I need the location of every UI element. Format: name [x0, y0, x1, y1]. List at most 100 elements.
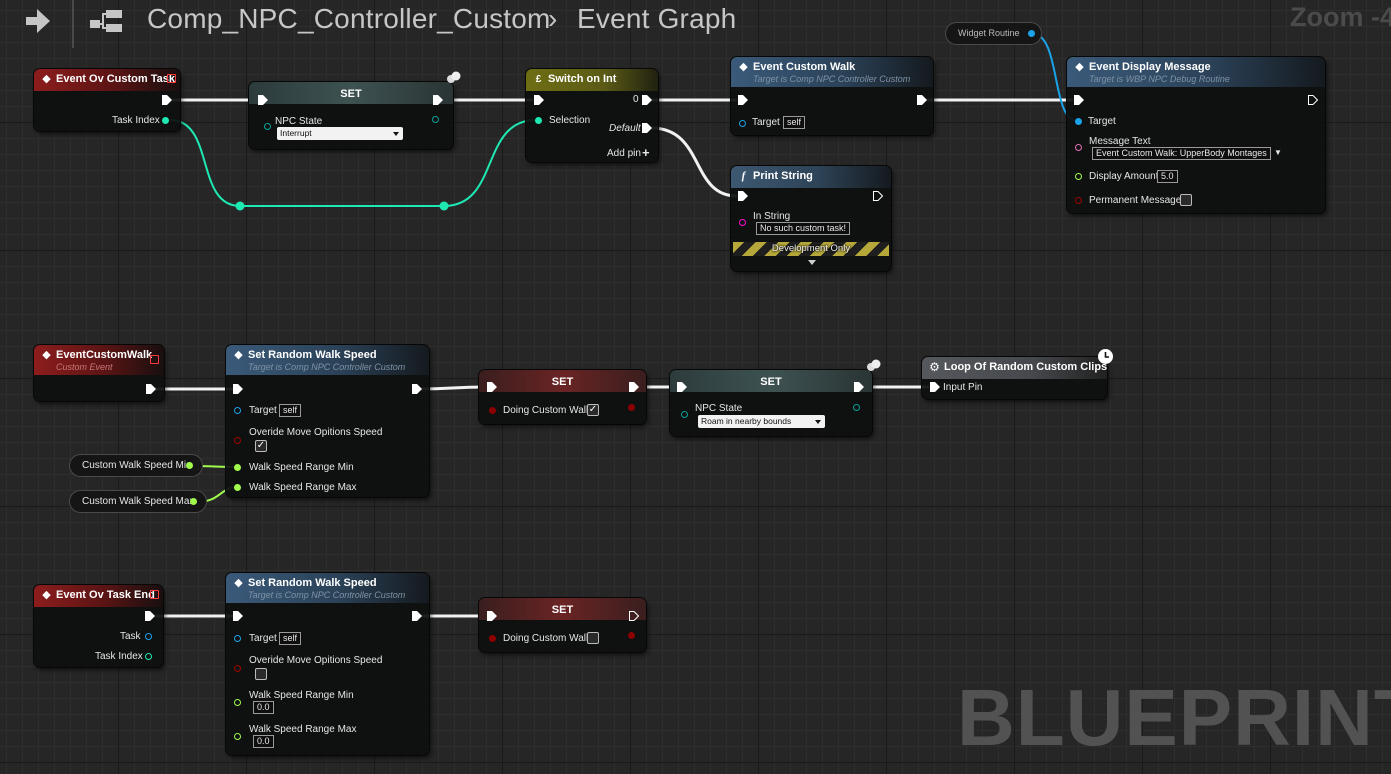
node-event-ov-custom-task[interactable]: ◆ Event Ov Custom Task Task Index: [34, 69, 180, 131]
node-set-npc-state[interactable]: SET NPC State Interrupt: [249, 71, 461, 149]
node-set-doing-custom-walk[interactable]: SET Doing Custom Walk ✓: [479, 370, 646, 424]
float-out-pin[interactable]: [186, 462, 193, 469]
pin-label: Selection: [549, 115, 591, 126]
exec-in-pin[interactable]: [487, 611, 497, 621]
text-in-pin[interactable]: [1075, 144, 1082, 151]
delegate-pin-icon[interactable]: [150, 590, 159, 599]
expand-arrow-icon[interactable]: [808, 260, 816, 265]
exec-out-pin[interactable]: [917, 95, 927, 105]
enum-out-pin[interactable]: [853, 404, 860, 411]
node-set-random-walk-speed[interactable]: ◆ Set Random Walk Speed Target is Comp N…: [226, 345, 429, 497]
float-out-pin[interactable]: [190, 498, 197, 505]
var-widget-routine[interactable]: Widget Routine: [946, 23, 1041, 44]
var-custom-walk-speed-min[interactable]: Custom Walk Speed Min: [70, 455, 202, 476]
exec-out-pin[interactable]: [412, 611, 422, 621]
display-amount-field[interactable]: 5.0: [1157, 170, 1178, 183]
walk-speed-min-field[interactable]: 0.0: [253, 701, 274, 714]
exec-out-pin-default[interactable]: [642, 123, 652, 133]
exec-out-pin-0[interactable]: [642, 95, 652, 105]
enum-in-pin[interactable]: [264, 123, 271, 130]
bool-in-pin[interactable]: [234, 665, 241, 672]
pin-label: Target: [752, 117, 780, 128]
exec-in-pin[interactable]: [258, 95, 268, 105]
pin-label: NPC State: [275, 116, 323, 127]
exec-in-pin[interactable]: [738, 191, 748, 201]
delegate-pin-icon[interactable]: [150, 355, 159, 364]
node-event-ov-task-end[interactable]: ◆ Event Ov Task End Task Task Index: [34, 585, 163, 667]
float-in-pin[interactable]: [234, 699, 241, 706]
object-in-pin[interactable]: [739, 120, 746, 127]
doing-custom-walk-checkbox[interactable]: [587, 632, 599, 644]
object-out-pin[interactable]: [1028, 30, 1035, 37]
exec-out-pin[interactable]: [412, 384, 422, 394]
exec-in-pin[interactable]: [738, 95, 748, 105]
exec-in-pin[interactable]: [1074, 95, 1084, 105]
override-speed-checkbox[interactable]: ✓: [255, 440, 267, 452]
node-set-doing-custom-walk-2[interactable]: SET Doing Custom Walk: [479, 598, 646, 652]
exec-out-pin[interactable]: [854, 382, 864, 392]
float-in-pin[interactable]: [234, 733, 241, 740]
exec-out-pin-empty[interactable]: [1308, 95, 1318, 105]
object-in-pin[interactable]: [234, 635, 241, 642]
pin-label: Walk Speed Range Min: [249, 690, 354, 701]
exec-in-pin[interactable]: [233, 384, 243, 394]
exec-out-pin[interactable]: [433, 95, 443, 105]
npc-state-dropdown[interactable]: Interrupt: [277, 127, 403, 140]
exec-in-pin[interactable]: [487, 382, 497, 392]
node-switch-on-int[interactable]: £ Switch on Int 0 Selection Default Add …: [526, 69, 658, 162]
node-loop-of-random-custom-clips[interactable]: ⚙ Loop Of Random Custom Clips Input Pin: [922, 349, 1113, 399]
string-in-pin[interactable]: [739, 219, 746, 226]
bool-in-pin[interactable]: [489, 407, 496, 414]
chevron-down-icon[interactable]: ▼: [1274, 148, 1282, 157]
target-self-field[interactable]: self: [783, 116, 806, 129]
exec-out-pin[interactable]: [146, 384, 156, 394]
node-event-display-message[interactable]: ◆ Event Display Message Target is WBP NP…: [1067, 57, 1325, 213]
enum-out-pin[interactable]: [432, 116, 439, 123]
exec-in-pin[interactable]: [534, 95, 544, 105]
int-out-pin[interactable]: [162, 117, 169, 124]
exec-out-pin[interactable]: [629, 382, 639, 392]
exec-in-pin[interactable]: [930, 382, 940, 392]
bool-out-pin[interactable]: [628, 404, 635, 411]
walk-speed-max-field[interactable]: 0.0: [253, 735, 274, 748]
node-title: Event Display Message: [1089, 61, 1211, 73]
override-speed-checkbox[interactable]: [255, 668, 267, 680]
delegate-pin-icon[interactable]: [167, 74, 176, 83]
object-in-pin[interactable]: [234, 407, 241, 414]
bool-out-pin[interactable]: [628, 632, 635, 639]
node-event-custom-walk[interactable]: ◆ EventCustomWalk Custom Event: [34, 345, 164, 401]
bool-in-pin[interactable]: [489, 635, 496, 642]
target-self-field[interactable]: self: [279, 632, 302, 645]
exec-out-pin[interactable]: [145, 611, 155, 621]
add-pin-button[interactable]: Add pin: [607, 148, 641, 159]
node-set-random-walk-speed-2[interactable]: ◆ Set Random Walk Speed Target is Comp N…: [226, 573, 429, 755]
float-in-pin[interactable]: [234, 484, 241, 491]
object-out-pin[interactable]: [145, 633, 152, 640]
object-in-pin[interactable]: [1075, 118, 1082, 125]
node-event-custom-walk-call[interactable]: ◆ Event Custom Walk Target is Comp NPC C…: [731, 57, 933, 135]
node-set-npc-state-roam[interactable]: SET NPC State Roam in nearby bounds: [670, 359, 881, 436]
npc-state-dropdown[interactable]: Roam in nearby bounds: [698, 415, 825, 428]
exec-out-pin[interactable]: [162, 95, 172, 105]
plus-icon[interactable]: +: [642, 145, 650, 160]
pin-label: Walk Speed Range Max: [249, 482, 357, 493]
exec-in-pin[interactable]: [233, 611, 243, 621]
target-self-field[interactable]: self: [279, 404, 302, 417]
exec-out-pin-empty[interactable]: [873, 191, 883, 201]
exec-out-pin-empty[interactable]: [629, 611, 639, 621]
float-in-pin[interactable]: [234, 464, 241, 471]
node-print-string[interactable]: f Print String In String No such custom …: [731, 166, 891, 271]
float-in-pin[interactable]: [1075, 173, 1082, 180]
collapsed-graph-icon: ⚙: [929, 360, 940, 374]
permanent-message-checkbox[interactable]: [1180, 194, 1192, 206]
in-string-field[interactable]: No such custom task!: [756, 222, 851, 235]
enum-in-pin[interactable]: [681, 411, 688, 418]
message-text-field[interactable]: Event Custom Walk: UpperBody Montages: [1092, 147, 1271, 160]
var-custom-walk-speed-max[interactable]: Custom Walk Speed Max: [70, 491, 206, 512]
int-in-pin[interactable]: [535, 117, 542, 124]
doing-custom-walk-checkbox[interactable]: ✓: [587, 404, 599, 416]
exec-in-pin[interactable]: [677, 382, 687, 392]
bool-in-pin[interactable]: [1075, 197, 1082, 204]
int-out-pin[interactable]: [145, 653, 152, 660]
bool-in-pin[interactable]: [234, 437, 241, 444]
